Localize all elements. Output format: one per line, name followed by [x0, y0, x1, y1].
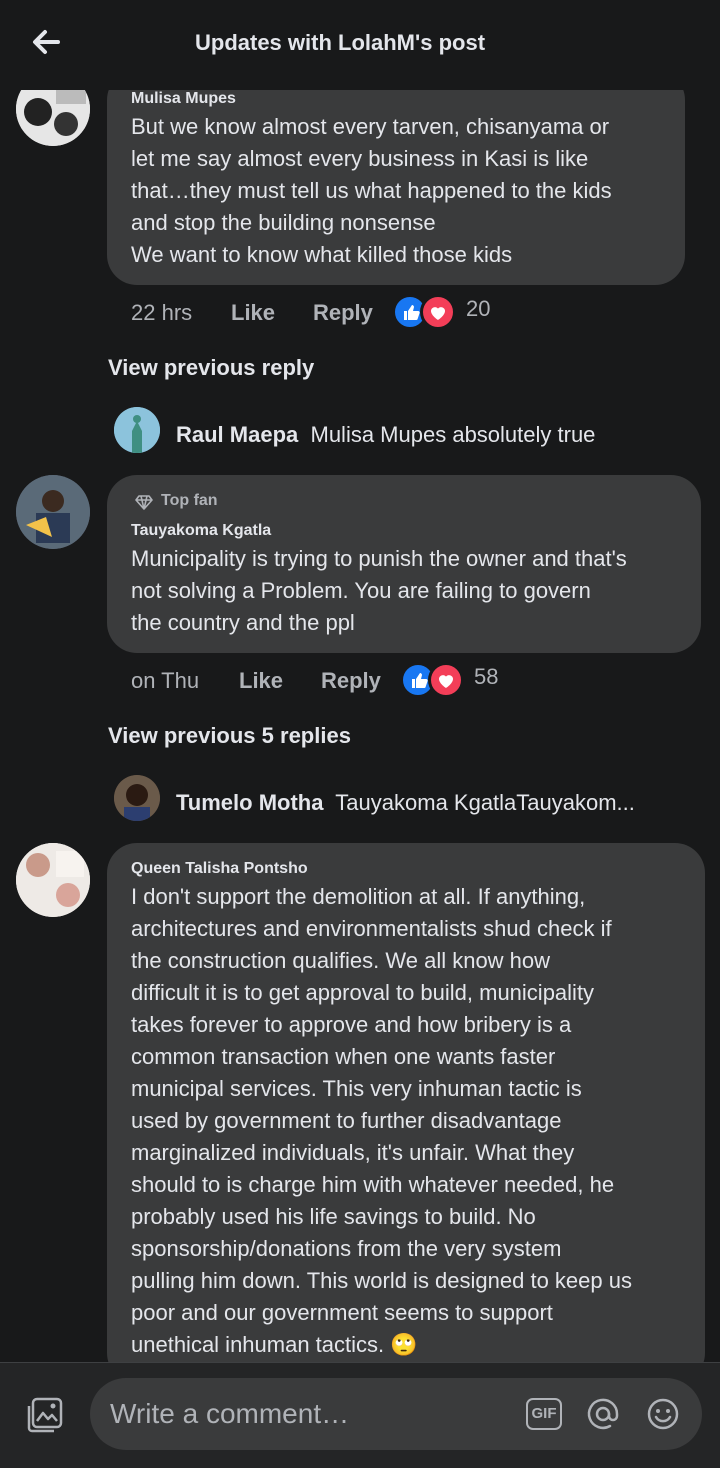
reply-text: Mulisa Mupes absolutely true — [310, 422, 596, 447]
reply-button[interactable]: Reply — [321, 668, 381, 694]
avatar[interactable] — [16, 475, 90, 549]
comment-text: Municipality is trying to punish the own… — [131, 546, 627, 635]
reactions-summary[interactable]: 58 — [400, 662, 500, 698]
reply-author[interactable]: Raul Maepa — [176, 422, 298, 447]
gif-icon[interactable]: GIF — [526, 1398, 562, 1430]
emoji-icon[interactable] — [646, 1397, 680, 1431]
avatar[interactable] — [16, 843, 90, 917]
avatar[interactable] — [114, 775, 160, 821]
comment-author[interactable]: Mulisa Mupes — [131, 90, 236, 108]
photo-icon[interactable] — [26, 1396, 64, 1434]
gif-label: GIF — [531, 1405, 557, 1422]
reaction-count: 20 — [466, 296, 491, 321]
reply-text: Tauyakoma KgatlaTauyakom... — [335, 790, 635, 815]
reaction-count: 58 — [474, 664, 499, 689]
comment-text: But we know almost every tarven, chisany… — [131, 114, 612, 267]
comment-time: on Thu — [131, 668, 200, 693]
comment-time: 22 hrs — [131, 300, 193, 325]
like-button[interactable]: Like — [231, 300, 275, 326]
reactions-summary[interactable]: 20 — [392, 294, 490, 330]
diamond-icon — [135, 493, 153, 511]
love-reaction-icon — [420, 294, 456, 330]
view-previous-replies-link[interactable]: View previous 5 replies — [108, 723, 351, 749]
reply-preview[interactable]: Tumelo Motha Tauyakoma KgatlaTauyakom... — [176, 790, 635, 816]
avatar[interactable] — [114, 407, 160, 453]
top-fan-badge: Top fan — [161, 492, 218, 509]
mention-icon[interactable] — [586, 1397, 620, 1431]
like-button[interactable]: Like — [239, 668, 283, 694]
back-arrow-icon[interactable] — [28, 24, 64, 60]
comment-input-placeholder: Write a comment… — [110, 1398, 350, 1429]
reply-preview[interactable]: Raul Maepa Mulisa Mupes absolutely true — [176, 422, 595, 448]
comment-author[interactable]: Queen Talisha Pontsho — [131, 860, 308, 878]
reply-button[interactable]: Reply — [313, 300, 373, 326]
love-reaction-icon — [428, 662, 464, 698]
comment-text: I don't support the demolition at all. I… — [131, 884, 632, 1357]
page-title: Updates with LolahM's post — [195, 30, 486, 55]
view-previous-replies-link[interactable]: View previous reply — [108, 355, 314, 381]
reply-author[interactable]: Tumelo Motha — [176, 790, 323, 815]
top-bar: Updates with LolahM's post — [0, 0, 720, 90]
comment-author[interactable]: Tauyakoma Kgatla — [131, 522, 271, 540]
